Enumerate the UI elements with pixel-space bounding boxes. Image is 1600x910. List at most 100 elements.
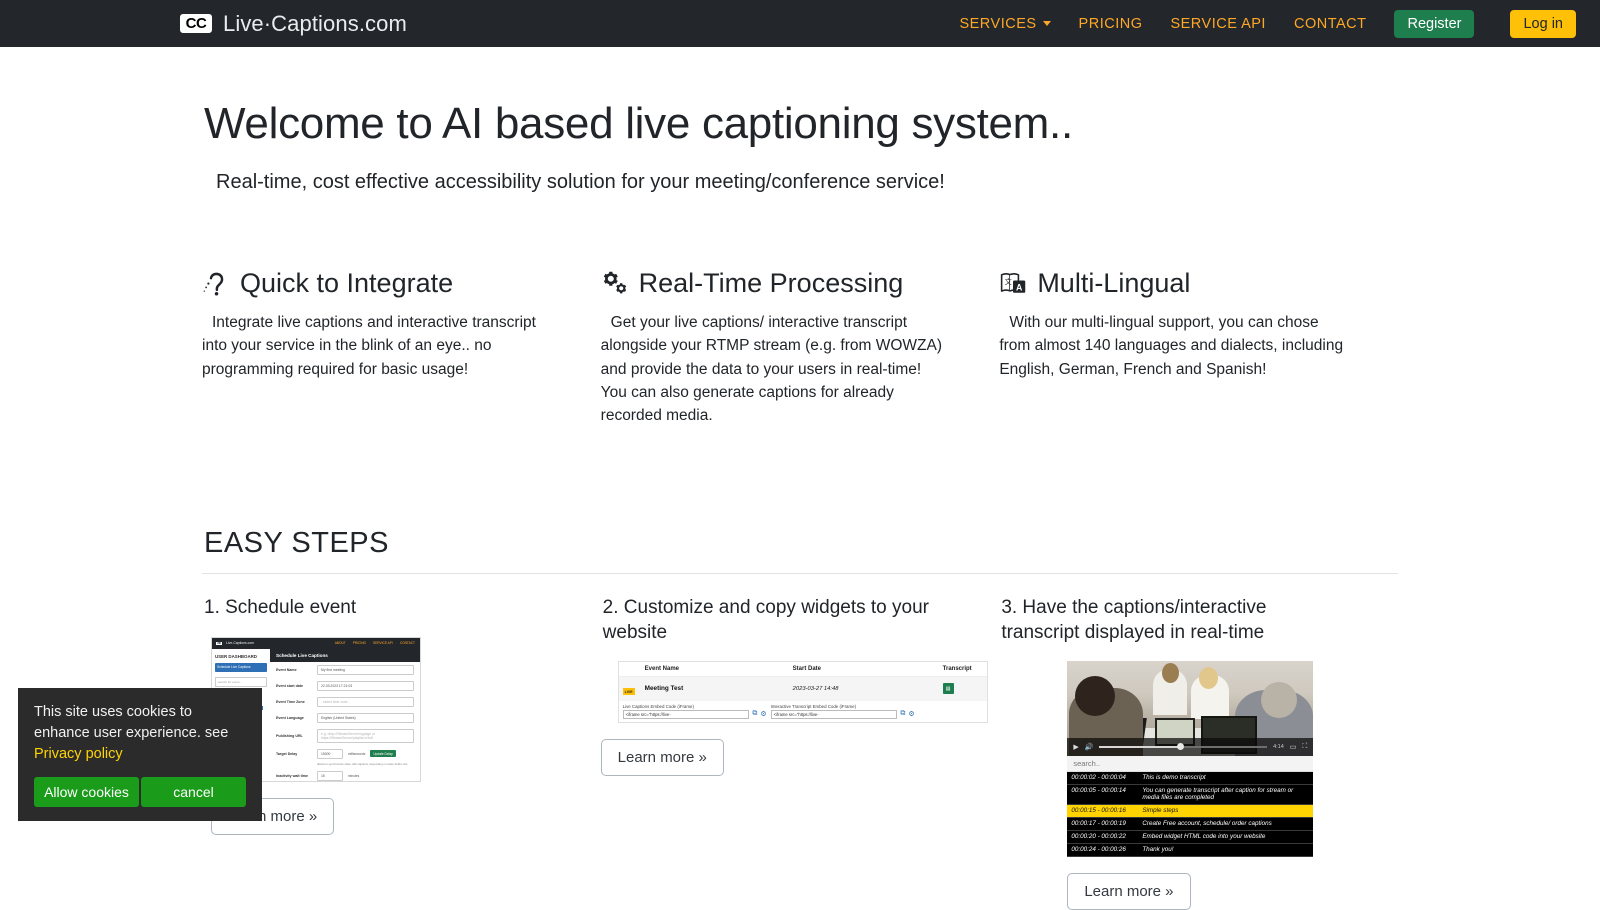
cookie-text: This site uses cookies to enhance user e…: [18, 688, 262, 777]
thumb2-table-row: LIVE Meeting Test 2023-03-27 14:48 ▤: [619, 677, 987, 701]
nav-item-pricing[interactable]: PRICING: [1079, 16, 1143, 32]
person-head: [1075, 676, 1115, 716]
feature-heading: 文 A Multi-Lingual: [999, 268, 1346, 299]
feature-title: Quick to Integrate: [240, 268, 453, 299]
transcript-line-active[interactable]: 00:00:15 - 00:00:16 Simple steps: [1067, 805, 1313, 818]
thumb2-col-transcript: Transcript: [943, 666, 987, 672]
thumb2-table-header: Event Name Start Date Transcript: [619, 662, 987, 677]
top-navbar: CC Live·Captions.com SERVICES PRICING SE…: [0, 0, 1600, 47]
thumb-dashboard-heading: USER DASHBOARD: [215, 654, 267, 659]
nav-links: SERVICES PRICING SERVICE API CONTACT Reg…: [959, 10, 1590, 38]
privacy-policy-link[interactable]: Privacy policy: [34, 746, 123, 762]
fullscreen-icon[interactable]: ⛶: [1302, 743, 1307, 751]
transcript-line[interactable]: 00:00:24 - 00:00:26 Thank you!: [1067, 844, 1313, 857]
transcript-search-input[interactable]: search..: [1067, 756, 1313, 772]
feature-quick-to-integrate: Quick to Integrate Integrate live captio…: [202, 268, 601, 427]
play-icon[interactable]: ▶: [1073, 743, 1078, 751]
svg-text:A: A: [1016, 282, 1023, 292]
current-time: 4:14: [1273, 744, 1284, 750]
nav-item-services-label: SERVICES: [959, 16, 1036, 32]
transcript-timestamp: 00:00:20 - 00:00:22: [1071, 833, 1137, 840]
thumb-field-event-name: Event Name My first meeting: [270, 662, 420, 678]
settings-icon: ⚙: [908, 710, 914, 718]
thumb-field-label: Event Time Zone: [276, 700, 312, 704]
transcript-timestamp: 00:00:05 - 00:00:14: [1071, 787, 1137, 801]
transcript-timestamp: 00:00:17 - 00:00:19: [1071, 820, 1137, 827]
thumb-field-label: Inactivity wait time: [276, 774, 312, 778]
steps-row: 1. Schedule event CC Live-Captions.com A…: [202, 596, 1398, 910]
cogs-icon: [601, 270, 629, 298]
thumb-update-delay-button: Update Delay: [370, 750, 395, 757]
feature-heading: Real-Time Processing: [601, 268, 948, 299]
copy-icon: ⧉: [752, 710, 757, 718]
thumb-search-input: search for event ..: [215, 677, 267, 687]
thumb2-embed-label: Interactive Transcript Embed Code (iFram…: [771, 704, 915, 709]
thumb2-embed-interactive-transcript: Interactive Transcript Embed Code (iFram…: [767, 704, 915, 719]
transcript-text: Simple steps: [1142, 807, 1309, 814]
feature-body: With our multi-lingual support, you can …: [999, 311, 1346, 381]
thumb-field-publishing-url: Publishing URL e.g. rtmp://StreamServer/…: [270, 726, 420, 746]
thumb-nav-service-api: SERVICE API: [373, 641, 393, 645]
easy-steps-section: EASY STEPS 1. Schedule event CC Live-Cap…: [202, 527, 1398, 910]
hero-subtitle: Real-time, cost effective accessibility …: [216, 171, 1398, 194]
nav-item-service-api[interactable]: SERVICE API: [1170, 16, 1266, 32]
copy-icon: ⧉: [900, 710, 905, 718]
progress-knob[interactable]: [1177, 743, 1184, 750]
transcript-line[interactable]: 00:00:20 - 00:00:22 Embed widget HTML co…: [1067, 831, 1313, 844]
brand-name: Live·Captions.com: [223, 11, 407, 37]
cancel-cookies-button[interactable]: cancel: [141, 777, 246, 807]
brand-logo-link[interactable]: CC Live·Captions.com: [178, 11, 407, 37]
thumb-nav-contact: CONTACT: [400, 641, 415, 645]
volume-icon[interactable]: 🔊: [1085, 743, 1094, 751]
thumb-field-label: Target Delay: [276, 752, 312, 756]
thumb-field-target-delay: Target Delay 15000 milliseconds Update D…: [270, 746, 420, 762]
step-title: 3. Have the captions/interactive transcr…: [1001, 596, 1346, 645]
progress-bar[interactable]: [1099, 746, 1267, 748]
allow-cookies-button[interactable]: Allow cookies: [34, 777, 139, 807]
thumb2-start-date: 2023-03-27 14:48: [793, 686, 943, 692]
features-section: Quick to Integrate Integrate live captio…: [202, 268, 1398, 427]
thumb2-event-name: Meeting Test: [645, 685, 793, 692]
cc-icon: CC: [178, 12, 214, 35]
transcript-line[interactable]: 00:00:05 - 00:00:14 You can generate tra…: [1067, 785, 1313, 805]
assistive-listening-icon: [202, 270, 230, 298]
thumb2-live-badge: LIVE: [623, 688, 635, 695]
learn-more-button-step-3[interactable]: Learn more »: [1067, 873, 1190, 910]
thumb2-embed-value: <iframe src="https://live-: [771, 710, 898, 719]
transcript-timestamp: 00:00:15 - 00:00:16: [1071, 807, 1137, 814]
step-title: 2. Customize and copy widgets to your we…: [603, 596, 948, 645]
events-table-screenshot[interactable]: Event Name Start Date Transcript LIVE Me…: [618, 661, 988, 723]
thumb-field-value: English (United States): [317, 713, 414, 723]
hero-section: Welcome to AI based live captioning syst…: [202, 47, 1398, 194]
thumb-field-unit: milliseconds: [348, 752, 365, 756]
document-icon: ▤: [943, 683, 954, 694]
thumb-field-value: - select time zone -: [317, 697, 414, 707]
learn-more-button-step-2[interactable]: Learn more »: [601, 739, 724, 776]
thumb2-col-start-date: Start Date: [793, 666, 943, 672]
feature-heading: Quick to Integrate: [202, 268, 549, 299]
player-transcript-screenshot[interactable]: ▶ 🔊 4:14 ▭ ⛶ search.. 00:00:02 - 00:00:0…: [1067, 661, 1313, 857]
nav-item-services[interactable]: SERVICES: [959, 16, 1050, 32]
language-icon: 文 A: [999, 270, 1027, 298]
login-button[interactable]: Log in: [1510, 10, 1576, 38]
thumb-schedule-button: Schedule Live Captions: [215, 663, 267, 672]
feature-real-time-processing: Real-Time Processing Get your live capti…: [601, 268, 1000, 427]
feature-body: Integrate live captions and interactive …: [202, 311, 549, 381]
feature-multi-lingual: 文 A Multi-Lingual With our multi-lingual…: [999, 268, 1398, 427]
transcript-line[interactable]: 00:00:17 - 00:00:19 Create Free account,…: [1067, 818, 1313, 831]
register-button[interactable]: Register: [1394, 10, 1474, 38]
captions-icon[interactable]: ▭: [1290, 743, 1297, 751]
thumb-navbar: CC Live-Captions.com ABOUT PRICING SERVI…: [212, 638, 420, 649]
video-preview[interactable]: ▶ 🔊 4:14 ▭ ⛶: [1067, 661, 1313, 756]
transcript-text: You can generate transcript after captio…: [1142, 787, 1309, 801]
step-realtime-display: 3. Have the captions/interactive transcr…: [999, 596, 1398, 910]
nav-item-contact[interactable]: CONTACT: [1294, 16, 1367, 32]
step-title: 1. Schedule event: [204, 596, 549, 620]
video-controls[interactable]: ▶ 🔊 4:14 ▭ ⛶: [1067, 738, 1313, 756]
transcript-timestamp: 00:00:24 - 00:00:26: [1071, 846, 1137, 853]
thumb2-embed-label: Live Captions Embed Code (iFrame): [623, 704, 767, 709]
thumb-modal-title: Schedule Live Captions: [270, 649, 420, 662]
feature-title: Real-Time Processing: [639, 268, 904, 299]
thumb-field-value: My first meeting: [317, 665, 414, 675]
transcript-line[interactable]: 00:00:02 - 00:00:04 This is demo transcr…: [1067, 772, 1313, 785]
